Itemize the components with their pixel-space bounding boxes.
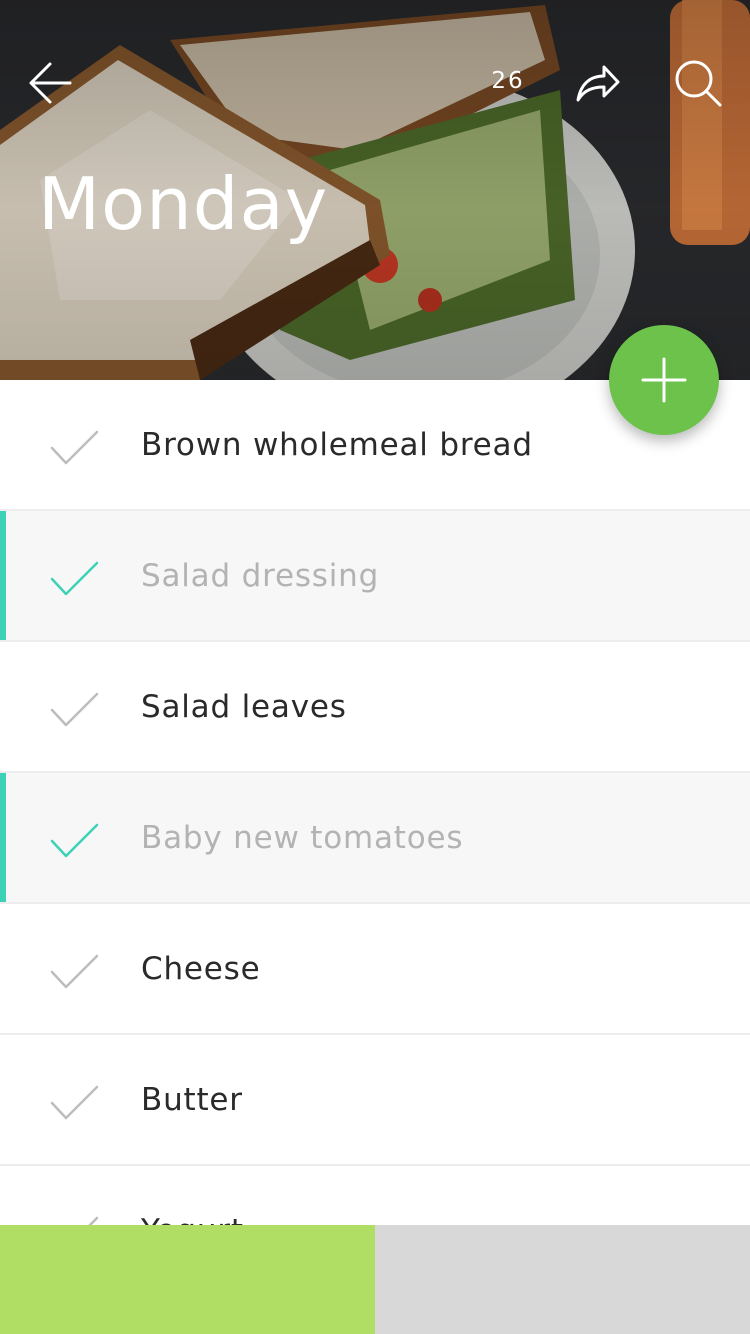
list-item-label: Salad dressing [141,558,380,594]
list-item[interactable]: Salad dressing [0,511,750,642]
list-item-label: Salad leaves [141,689,347,725]
list-item-label: Cheese [141,951,261,987]
search-button[interactable] [670,55,726,111]
add-item-button[interactable] [609,325,719,435]
list-item[interactable]: Cheese [0,904,750,1035]
share-button[interactable] [570,55,626,111]
checkmark-icon[interactable] [50,430,100,466]
checkmark-icon[interactable] [50,954,100,990]
arrow-left-icon [29,62,72,104]
bottom-bar-left-action[interactable] [0,1225,375,1334]
checkmark-icon[interactable] [50,561,100,597]
list-item[interactable]: Salad leaves [0,642,750,773]
checkmark-icon[interactable] [50,692,100,728]
list-item[interactable]: Butter [0,1035,750,1166]
plus-icon [641,357,687,403]
list-item-label: Brown wholemeal bread [141,427,533,463]
checkmark-icon[interactable] [50,823,100,859]
back-button[interactable] [22,55,78,111]
page-title: Monday [38,162,329,246]
bottom-bar [0,1225,750,1334]
list-item-label: Butter [141,1082,243,1118]
shopping-list: Brown wholemeal bread Salad dressing Salad… [0,380,750,1297]
search-icon [675,60,722,107]
item-count: 26 [491,68,525,94]
list-item-label: Baby new tomatoes [141,820,464,856]
list-item[interactable]: Baby new tomatoes [0,773,750,904]
checkmark-icon[interactable] [50,1085,100,1121]
bottom-bar-right-action[interactable] [375,1225,750,1334]
share-arrow-icon [576,65,620,102]
